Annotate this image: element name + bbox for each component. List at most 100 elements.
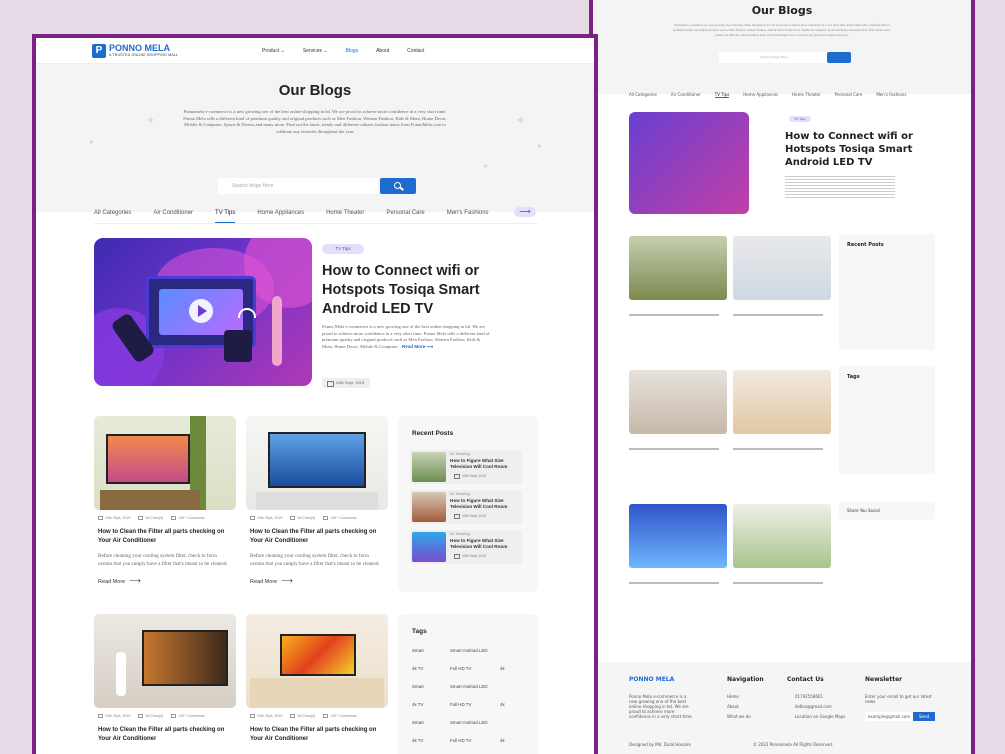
back-tab-active[interactable]: TV Tips bbox=[714, 92, 730, 98]
featured-image[interactable] bbox=[94, 238, 312, 386]
card-date: 20th Sept, 2015 bbox=[98, 714, 130, 719]
search-input[interactable]: Search blogs Here bbox=[218, 178, 378, 194]
back-tabs: All Categories Air Conditioner TV Tips H… bbox=[629, 92, 941, 98]
tab-home-appliances[interactable]: Home Appliances bbox=[257, 210, 304, 223]
back-tab[interactable]: Home Appliances bbox=[743, 92, 778, 98]
tab-air-conditioner[interactable]: Air Conditioner bbox=[153, 210, 193, 223]
recent-post-item[interactable]: AC Servicing How to Figure What Size Tel… bbox=[410, 530, 522, 564]
card-title[interactable]: How to Clean the Filter all parts checki… bbox=[246, 726, 386, 744]
back-card-title-line bbox=[629, 314, 719, 316]
tab-all-categories[interactable]: All Categories bbox=[94, 210, 131, 223]
footer-send-button[interactable]: Send bbox=[913, 712, 935, 721]
back-card-image[interactable] bbox=[629, 236, 727, 300]
recent-post-category: AC Servicing bbox=[450, 532, 470, 536]
back-footer: PONNO MELA Ponno Mela e-commerce is a ne… bbox=[593, 662, 971, 754]
back-tab[interactable]: All Categories bbox=[629, 92, 657, 98]
footer-phone[interactable]: 01792558661 bbox=[795, 694, 823, 699]
person-illustration bbox=[272, 296, 282, 366]
tag-chip[interactable]: 4k TV bbox=[412, 666, 423, 671]
menu-services[interactable]: Services ⌄ bbox=[303, 48, 328, 54]
footer-newsletter-input[interactable]: example@gmail.com bbox=[865, 712, 913, 721]
tag-chip[interactable]: 4k bbox=[500, 702, 505, 707]
recent-post-title[interactable]: How to Figure What Size Television Will … bbox=[450, 538, 520, 550]
back-share-panel: Share You Social bbox=[839, 502, 935, 520]
menu-contact[interactable]: Contact bbox=[407, 48, 424, 54]
footer-nav-about[interactable]: About bbox=[727, 704, 739, 709]
sparkle-icon: ✦ bbox=[536, 142, 543, 151]
back-card-image[interactable] bbox=[733, 236, 831, 300]
card-description: Before cleaning your cooling system filt… bbox=[98, 553, 227, 568]
tag-chip[interactable]: Smart Android LED bbox=[450, 648, 488, 653]
hero-description: Ponnomela e-commerce is a new growing on… bbox=[183, 109, 447, 134]
back-card-image[interactable] bbox=[733, 504, 831, 568]
blog-card[interactable]: 20th Sept, 2015 All Clear(s) 125+ Comments… bbox=[246, 416, 388, 585]
tv-stand bbox=[250, 678, 384, 708]
tag-chip[interactable]: 4k TV bbox=[412, 702, 423, 707]
menu-product[interactable]: Product ⌄ bbox=[262, 48, 285, 54]
card-title[interactable]: How to Clean the Filter all parts checki… bbox=[94, 726, 234, 744]
tag-chip[interactable]: Full HD TV bbox=[450, 666, 471, 671]
tag-chip[interactable]: 4k TV bbox=[412, 738, 423, 743]
menu-blogs[interactable]: Blogs bbox=[346, 48, 359, 54]
tag-chip[interactable]: Full HD TV bbox=[450, 702, 471, 707]
tag-chip[interactable]: 4k bbox=[500, 738, 505, 743]
tag-chip[interactable]: Smart Android LED bbox=[450, 720, 488, 725]
card-read-more-link[interactable]: Read More bbox=[246, 576, 388, 585]
back-search-button[interactable] bbox=[827, 52, 851, 63]
tag-chip[interactable]: Smart Android LED bbox=[450, 684, 488, 689]
featured-category-tag[interactable]: TV Tips bbox=[322, 244, 364, 254]
tab-home-theater[interactable]: Home Theater bbox=[326, 210, 364, 223]
back-featured-title[interactable]: How to Connect wifi or Hotspots Tosiqa S… bbox=[785, 130, 925, 169]
back-featured-image[interactable] bbox=[629, 112, 749, 214]
tabs-next-arrow-icon[interactable]: ⟶ bbox=[514, 207, 536, 217]
back-card-title-line bbox=[733, 314, 823, 316]
recent-post-item[interactable]: AC Servicing How to Figure What Size Tel… bbox=[410, 490, 522, 524]
card-meta: 20th Sept, 2015 All Clear(s) 125+ Comments bbox=[246, 516, 388, 521]
card-title[interactable]: How to Clean the Filter all parts checki… bbox=[94, 528, 234, 546]
featured-read-more-link[interactable]: Read More ⟶ bbox=[402, 344, 433, 349]
tag-chip[interactable]: Smart bbox=[412, 720, 424, 725]
blog-card-image[interactable] bbox=[94, 416, 236, 510]
card-read-more-link[interactable]: Read More bbox=[94, 576, 236, 585]
back-tab[interactable]: Men's Fashions bbox=[876, 92, 906, 98]
back-tab[interactable]: Home Theater bbox=[792, 92, 821, 98]
footer-nav-whatwedo[interactable]: What we do bbox=[727, 714, 751, 719]
tag-chip[interactable]: Smart bbox=[412, 648, 424, 653]
back-card-image[interactable] bbox=[733, 370, 831, 434]
blog-card[interactable]: 20th Sept, 2015 All Clear(s) 125+ Comments… bbox=[94, 614, 236, 744]
brand-logo[interactable]: P PONNO MELA A TRUSTED ONLINE SHOPPING M… bbox=[92, 43, 178, 58]
tag-chip[interactable]: Full HD TV bbox=[450, 738, 471, 743]
blog-card-image[interactable] bbox=[246, 416, 388, 510]
tab-personal-care[interactable]: Personal Care bbox=[386, 210, 424, 223]
footer-location[interactable]: Location on Google Maps bbox=[795, 714, 845, 719]
footer-nav-home[interactable]: Home bbox=[727, 694, 739, 699]
tab-mens-fashions[interactable]: Men's Fashions bbox=[447, 210, 489, 223]
back-card-image[interactable] bbox=[629, 370, 727, 434]
page-title: Our Blogs bbox=[278, 82, 352, 99]
card-comments: 125+ Comments bbox=[323, 516, 357, 521]
menu-about[interactable]: About bbox=[376, 48, 389, 54]
footer-email[interactable]: ibdlsa@gmail.com bbox=[795, 704, 832, 709]
back-card-image[interactable] bbox=[629, 504, 727, 568]
tag-chip[interactable]: Smart bbox=[412, 684, 424, 689]
search-button[interactable] bbox=[380, 178, 416, 194]
recent-post-title[interactable]: How to Figure What Size Television Will … bbox=[450, 458, 520, 470]
back-tab[interactable]: Air Conditioner bbox=[671, 92, 701, 98]
blog-card-image[interactable] bbox=[246, 614, 388, 708]
back-search-input[interactable]: Search blogs Here bbox=[719, 52, 829, 63]
blog-card-image[interactable] bbox=[94, 614, 236, 708]
back-share-label: Share You Social bbox=[847, 508, 880, 513]
card-views: All Clear(s) bbox=[290, 516, 315, 521]
blog-card[interactable]: 20th Sept, 2015 All Clear(s) 125+ Comments… bbox=[94, 416, 236, 585]
blog-card[interactable]: 20th Sept, 2015 All Clear(s) 125+ Comments… bbox=[246, 614, 388, 744]
recent-post-category: AC Servicing bbox=[450, 452, 470, 456]
tag-chip[interactable]: 4k bbox=[500, 666, 505, 671]
back-featured-tag[interactable]: TV Tips bbox=[789, 116, 811, 122]
recent-post-item[interactable]: AC Servicing How to Figure What Size Tel… bbox=[410, 450, 522, 484]
recent-post-title[interactable]: How to Figure What Size Television Will … bbox=[450, 498, 520, 510]
tab-tv-tips[interactable]: TV Tips bbox=[215, 210, 236, 223]
featured-title[interactable]: How to Connect wifi or Hotspots Tosiqa S… bbox=[322, 262, 512, 319]
back-tab[interactable]: Personal Care bbox=[835, 92, 863, 98]
card-title[interactable]: How to Clean the Filter all parts checki… bbox=[246, 528, 386, 546]
sparkle-icon: ✦ bbox=[516, 114, 526, 127]
